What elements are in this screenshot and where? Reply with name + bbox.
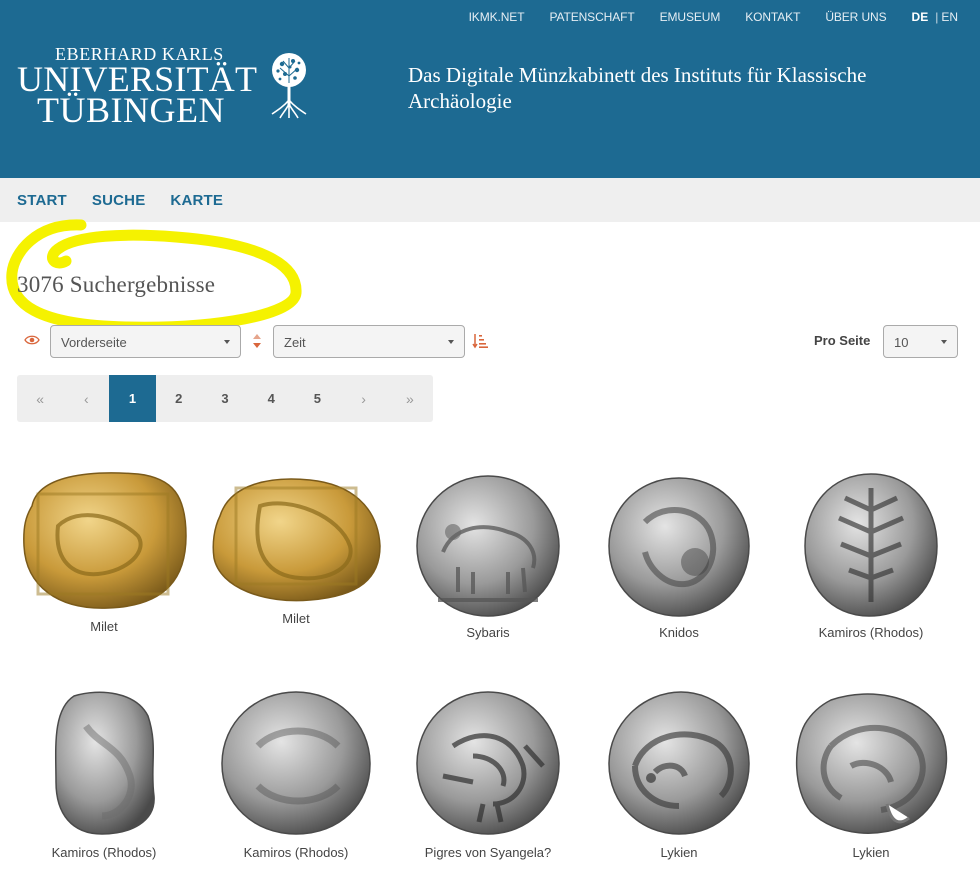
lang-de[interactable]: DE [912, 10, 929, 24]
per-page-label: Pro Seite [814, 333, 871, 348]
page-2[interactable]: 2 [156, 375, 202, 422]
coin-image[interactable] [18, 466, 190, 612]
eye-icon [24, 335, 40, 345]
page-last[interactable]: » [387, 375, 433, 422]
language-switcher: DE | EN [911, 10, 958, 24]
coin-image[interactable] [413, 686, 563, 838]
page-prev[interactable]: ‹ [63, 375, 109, 422]
sort-select-value: Zeit [284, 335, 306, 350]
page-3[interactable]: 3 [202, 375, 248, 422]
coin-label[interactable]: Sybaris [466, 625, 509, 640]
side-select-value: Vorderseite [61, 335, 127, 350]
nav-suche[interactable]: SUCHE [92, 192, 146, 209]
site-title: Das Digitale Münzkabinett des Instituts … [408, 63, 867, 113]
coin-label[interactable]: Kamiros (Rhodos) [819, 625, 924, 640]
chevron-down-icon [224, 340, 230, 344]
pagination: « ‹ 1 2 3 4 5 › » [17, 375, 433, 422]
coin-image[interactable] [605, 472, 753, 620]
coin-image[interactable] [791, 686, 951, 838]
coin-label[interactable]: Lykien [660, 845, 697, 860]
page-1[interactable]: 1 [109, 375, 156, 422]
side-select[interactable]: Vorderseite [50, 325, 241, 358]
page-4[interactable]: 4 [248, 375, 294, 422]
coin-image[interactable] [210, 466, 382, 604]
logo-line-3: TÜBINGEN [37, 90, 225, 130]
coin-label[interactable]: Kamiros (Rhodos) [52, 845, 157, 860]
coin-label[interactable]: Lykien [852, 845, 889, 860]
per-page-select[interactable]: 10 [883, 325, 958, 358]
coin-image[interactable] [605, 686, 753, 838]
topnav-link-ikmk[interactable]: IKMK.NET [469, 10, 525, 24]
coin-label[interactable]: Pigres von Syangela? [425, 845, 551, 860]
coin-image[interactable] [50, 686, 158, 838]
site-header: IKMK.NET PATENSCHAFT EMUSEUM KONTAKT ÜBE… [0, 0, 980, 178]
coin-label[interactable]: Milet [282, 611, 309, 626]
topnav-link-emuseum[interactable]: EMUSEUM [660, 10, 721, 24]
coin-label[interactable]: Milet [90, 619, 117, 634]
per-page-value: 10 [894, 335, 909, 350]
nav-start[interactable]: START [17, 192, 67, 209]
sort-direction-icon[interactable] [472, 333, 488, 349]
chevron-down-icon [941, 340, 947, 344]
coin-label[interactable]: Knidos [659, 625, 699, 640]
lang-en[interactable]: EN [941, 10, 958, 24]
chevron-down-icon [448, 340, 454, 344]
page-5[interactable]: 5 [294, 375, 340, 422]
coin-label[interactable]: Kamiros (Rhodos) [244, 845, 349, 860]
page-first[interactable]: « [17, 375, 63, 422]
topnav-link-ueber-uns[interactable]: ÜBER UNS [825, 10, 886, 24]
page-next[interactable]: › [341, 375, 387, 422]
topnav-link-kontakt[interactable]: KONTAKT [745, 10, 800, 24]
top-navigation: IKMK.NET PATENSCHAFT EMUSEUM KONTAKT ÜBE… [444, 10, 958, 24]
nav-karte[interactable]: KARTE [170, 192, 223, 209]
coin-image[interactable] [413, 472, 563, 620]
sort-icon [253, 334, 261, 348]
coin-image[interactable] [801, 470, 941, 620]
sort-select[interactable]: Zeit [273, 325, 465, 358]
coin-image[interactable] [218, 686, 374, 838]
topnav-link-patenschaft[interactable]: PATENSCHAFT [549, 10, 634, 24]
tree-icon [271, 53, 307, 119]
results-count-heading: 3076 Suchergebnisse [17, 272, 216, 297]
